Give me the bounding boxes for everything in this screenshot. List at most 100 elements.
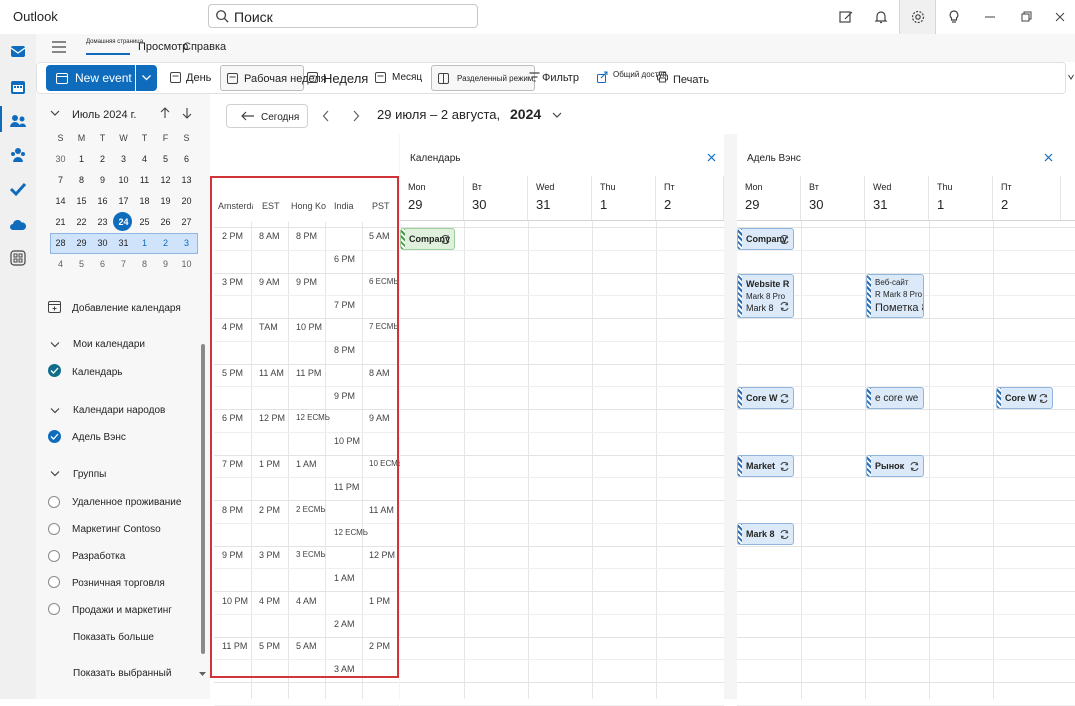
day-header[interactable]: Wed 31 <box>528 176 592 220</box>
mini-calendar-day[interactable]: 19 <box>155 191 176 211</box>
mini-calendar-day[interactable]: 13 <box>176 170 197 190</box>
date-range-year[interactable]: 2024 <box>510 106 541 122</box>
event-market-ru[interactable]: Рынок <box>866 455 924 477</box>
event-core-work[interactable]: Core W <box>996 387 1053 409</box>
my-calendars-header[interactable]: Мои календари <box>73 339 145 350</box>
calendar-item-label[interactable]: Календарь <box>72 367 122 378</box>
people-icon[interactable] <box>9 112 27 130</box>
chevron-left-icon[interactable] <box>322 110 330 122</box>
chevron-right-icon[interactable] <box>352 110 360 122</box>
event-core-work[interactable]: Core W <box>737 387 794 409</box>
mini-calendar-day[interactable]: 30 <box>92 233 113 253</box>
arrow-down-icon[interactable] <box>182 107 192 119</box>
mini-calendar-day[interactable]: 4 <box>50 254 71 274</box>
day-header[interactable]: Пт 2 <box>656 176 724 220</box>
group-checkbox[interactable] <box>48 603 60 615</box>
tab-home[interactable]: Домашняя страница <box>86 39 143 45</box>
scroll-down-icon[interactable] <box>199 672 206 677</box>
day-header[interactable]: Пт 2 <box>993 176 1061 220</box>
mini-calendar-day[interactable]: 4 <box>134 149 155 169</box>
adele-checkbox[interactable] <box>48 430 61 443</box>
day-header[interactable]: Thu 1 <box>929 176 993 220</box>
mini-calendar-day[interactable]: 9 <box>92 170 113 190</box>
event-company[interactable]: Company <box>737 228 794 250</box>
close-icon[interactable] <box>1044 153 1053 162</box>
onedrive-cloud-icon[interactable] <box>9 216 27 234</box>
month-view-button[interactable]: Месяц <box>375 65 425 91</box>
day-header[interactable]: Вт 30 <box>464 176 528 220</box>
mini-calendar-day[interactable]: 2 <box>92 149 113 169</box>
mini-calendar-day[interactable]: 18 <box>134 191 155 211</box>
chevron-down-icon[interactable] <box>50 341 60 349</box>
today-button[interactable]: Сегодня <box>226 104 308 128</box>
group-item-sales[interactable]: Продажи и маркетинг <box>72 605 172 616</box>
minimize-icon[interactable] <box>972 0 1008 34</box>
mini-calendar-day[interactable]: 5 <box>71 254 92 274</box>
mini-calendar-day[interactable]: 14 <box>50 191 71 211</box>
print-button[interactable]: Печать <box>657 65 717 91</box>
tab-help[interactable]: Справка <box>183 41 226 53</box>
day-header[interactable]: Mon 29 <box>400 176 464 220</box>
mini-calendar-day[interactable]: 17 <box>113 191 134 211</box>
mini-calendar-day[interactable]: 1 <box>134 233 155 253</box>
show-more-link[interactable]: Показать больше <box>73 632 154 643</box>
mini-calendar-day[interactable]: 15 <box>71 191 92 211</box>
group-checkbox[interactable] <box>48 496 60 508</box>
work-week-button[interactable]: Рабочая неделя <box>220 65 327 91</box>
mini-calendar-day[interactable]: 20 <box>176 191 197 211</box>
date-range-label[interactable]: 29 июля – 2 августа, <box>377 107 500 122</box>
apps-icon[interactable] <box>9 249 27 267</box>
mini-calendar-day[interactable]: 30 <box>50 149 71 169</box>
day-header[interactable]: Thu 1 <box>592 176 656 220</box>
chevron-down-icon[interactable] <box>50 470 60 478</box>
mini-calendar-day[interactable]: 6 <box>92 254 113 274</box>
day-view-button[interactable]: День <box>170 65 218 91</box>
new-event-dropdown[interactable] <box>136 65 157 91</box>
mini-calendar-day[interactable]: 23 <box>92 212 113 232</box>
filter-button[interactable]: Фильтр <box>529 65 587 91</box>
group-checkbox[interactable] <box>48 523 60 535</box>
mini-calendar-day[interactable]: 5 <box>155 149 176 169</box>
mini-calendar-day[interactable]: 9 <box>155 254 176 274</box>
mini-calendar-day[interactable]: 1 <box>71 149 92 169</box>
group-item-remote[interactable]: Удаленное проживание <box>72 497 181 508</box>
mini-calendar-day[interactable]: 7 <box>113 254 134 274</box>
add-calendar-link[interactable]: Добавление календаря <box>72 303 181 314</box>
groups-icon[interactable] <box>9 146 27 164</box>
day-header[interactable]: Mon 29 <box>737 176 801 220</box>
day-header[interactable]: Wed 31 <box>865 176 929 220</box>
chevron-down-icon[interactable] <box>50 110 60 117</box>
groups-header[interactable]: Группы <box>73 469 106 480</box>
group-item-marketing[interactable]: Маркетинг Contoso <box>72 524 161 535</box>
lightbulb-icon[interactable] <box>936 0 972 34</box>
hamburger-menu-icon[interactable] <box>52 41 66 53</box>
mini-calendar-day[interactable]: 29 <box>71 233 92 253</box>
mini-calendar-day[interactable]: 25 <box>134 212 155 232</box>
mini-calendar-day[interactable]: 21 <box>50 212 71 232</box>
left-panel-scrollbar[interactable] <box>201 344 205 654</box>
calendar-checkbox[interactable] <box>48 364 61 377</box>
event-market[interactable]: Market <box>737 455 794 477</box>
group-item-development[interactable]: Разработка <box>72 551 125 562</box>
bell-icon[interactable] <box>863 0 899 34</box>
chevron-down-icon[interactable] <box>50 407 60 415</box>
adele-calendar-label[interactable]: Адель Вэнс <box>72 432 126 443</box>
search-input[interactable]: Поиск <box>208 4 478 28</box>
split-view-button[interactable]: Разделенный режим <box>431 65 535 91</box>
group-item-retail[interactable]: Розничная торговля <box>72 578 165 589</box>
people-calendars-header[interactable]: Календари народов <box>73 405 165 416</box>
gear-icon[interactable] <box>899 0 936 34</box>
event-website-redesign[interactable]: Website R Mark 8 Pro Mark 8 <box>737 274 794 318</box>
mini-calendar-day[interactable]: 2 <box>155 233 176 253</box>
new-event-button[interactable]: New event <box>46 65 135 91</box>
mini-calendar-day[interactable]: 31 <box>113 233 134 253</box>
mini-calendar-day[interactable]: 3 <box>176 233 197 253</box>
mini-calendar-day[interactable]: 12 <box>155 170 176 190</box>
mini-calendar-day[interactable]: 22 <box>71 212 92 232</box>
mini-calendar-day[interactable]: 10 <box>113 170 134 190</box>
mini-calendar-day[interactable]: 11 <box>134 170 155 190</box>
mini-calendar-day[interactable]: 3 <box>113 149 134 169</box>
close-icon[interactable] <box>1044 0 1075 34</box>
mini-calendar-day[interactable]: 7 <box>50 170 71 190</box>
todo-check-icon[interactable] <box>9 180 27 198</box>
